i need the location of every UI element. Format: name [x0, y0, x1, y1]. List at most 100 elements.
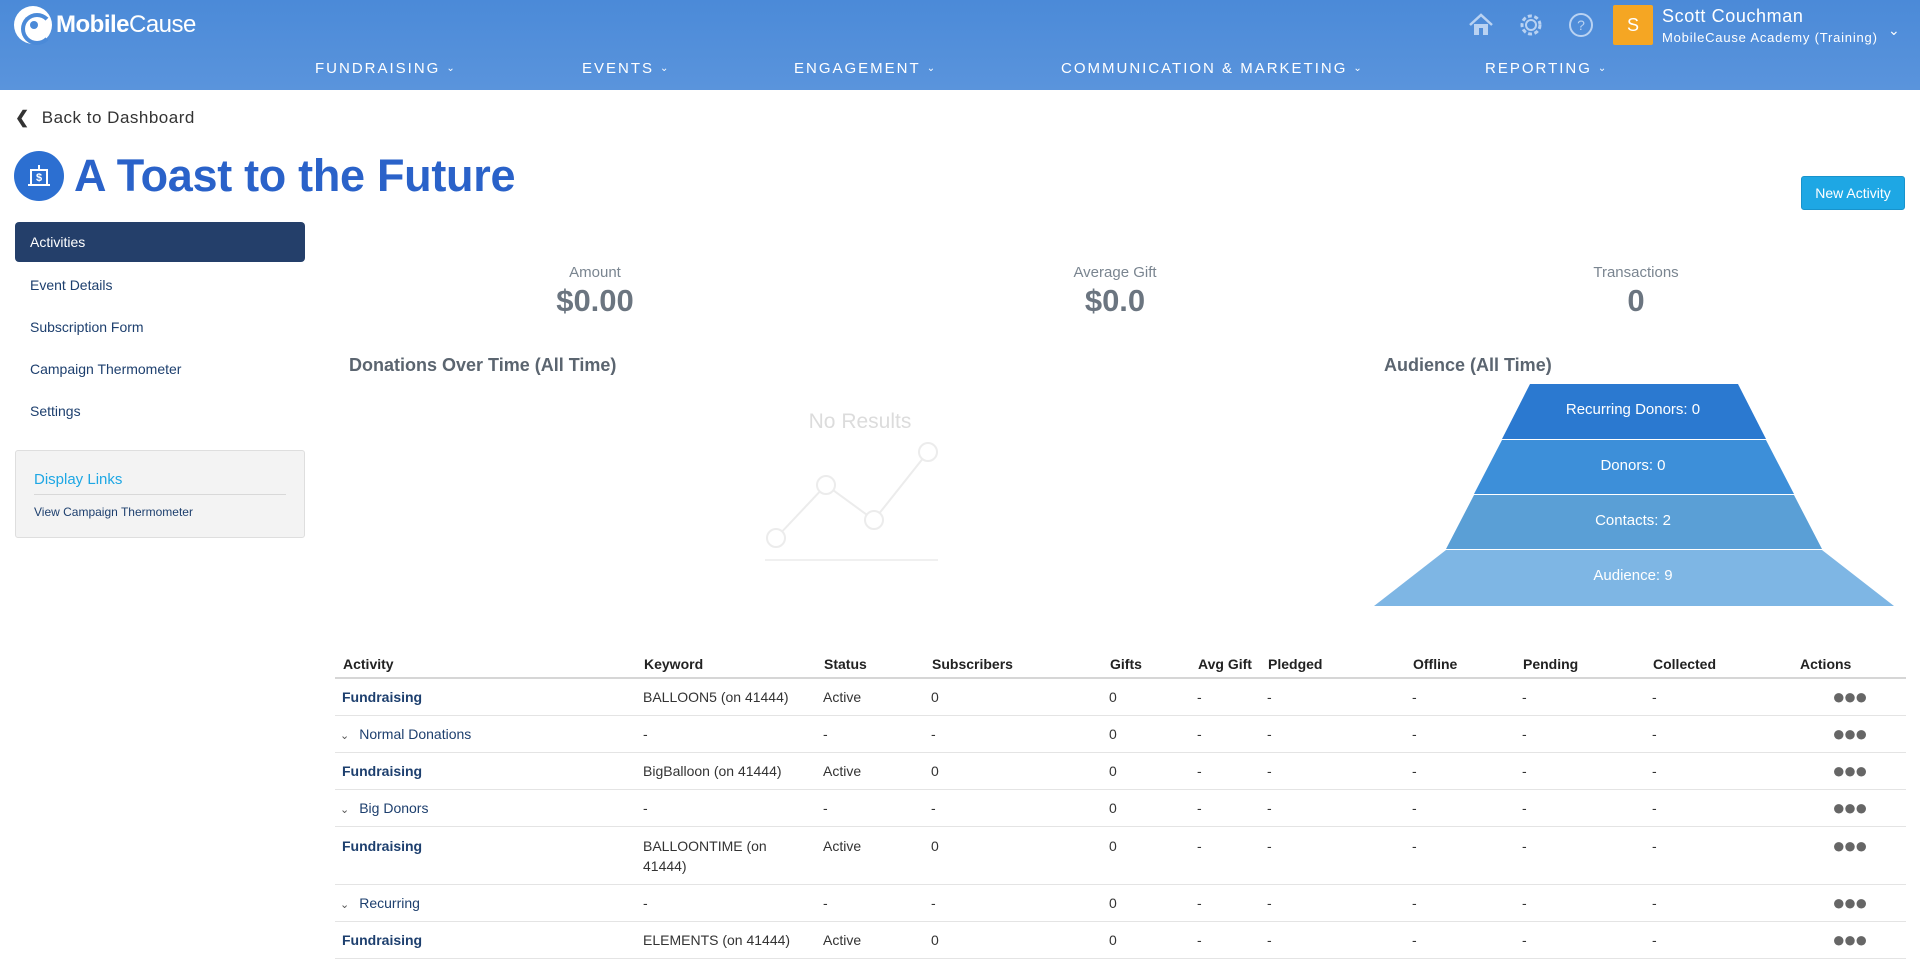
collected-cell: - — [1645, 715, 1792, 753]
pyramid-label-donors: Donors: 0 — [1600, 457, 1666, 474]
status-cell: Active — [816, 921, 924, 959]
avg-gift-cell: - — [1190, 715, 1260, 753]
offline-cell: - — [1405, 826, 1515, 885]
avatar[interactable]: S — [1613, 5, 1653, 45]
keyword-cell: - — [636, 789, 816, 827]
more-actions-icon[interactable]: ●●● — [1792, 884, 1906, 922]
back-to-dashboard-link[interactable]: ❮ Back to Dashboard — [15, 108, 195, 128]
activity-name-link[interactable]: Fundraising — [335, 921, 636, 959]
col-keyword: Keyword — [636, 650, 816, 679]
offline-cell: - — [1405, 921, 1515, 959]
col-subscribers: Subscribers — [924, 650, 1102, 679]
nav-reporting[interactable]: REPORTING ⌄ — [1485, 60, 1606, 77]
more-actions-icon[interactable]: ●●● — [1792, 678, 1906, 716]
collected-cell: - — [1645, 678, 1792, 716]
offline-cell: - — [1405, 752, 1515, 790]
nav-engagement[interactable]: ENGAGEMENT ⌄ — [794, 60, 935, 77]
activity-name-link[interactable]: Fundraising — [335, 678, 636, 716]
help-icon[interactable]: ? — [1566, 10, 1596, 40]
pledged-cell: - — [1260, 678, 1405, 716]
stat-label: Average Gift — [1073, 264, 1157, 281]
sidebar-item-settings[interactable]: Settings — [15, 390, 305, 432]
subscribers-cell: 0 — [924, 921, 1102, 959]
sidebar-item-campaign-thermometer[interactable]: Campaign Thermometer — [15, 348, 305, 390]
pyramid-label-recurring-donors: Recurring Donors: 0 — [1565, 401, 1701, 418]
subscribers-cell: 0 — [924, 678, 1102, 716]
avg-gift-cell: - — [1190, 921, 1260, 959]
gear-icon[interactable] — [1516, 10, 1546, 40]
activity-name-link[interactable]: Fundraising — [335, 826, 636, 885]
table-row: ⌄ Big Donors - - - 0 - - - - - ●●● — [335, 789, 1906, 827]
avg-gift-cell: - — [1190, 789, 1260, 827]
status-cell: Active — [816, 678, 924, 716]
collected-cell: - — [1645, 921, 1792, 959]
sidebar-item-subscription-form[interactable]: Subscription Form — [15, 306, 305, 348]
more-actions-icon[interactable]: ●●● — [1792, 715, 1906, 753]
subscribers-cell: - — [924, 884, 1102, 922]
offline-cell: - — [1405, 715, 1515, 753]
sub-activity-toggle[interactable]: ⌄ Normal Donations — [335, 715, 636, 753]
col-status: Status — [816, 650, 924, 679]
gifts-cell: 0 — [1102, 715, 1190, 753]
gifts-cell: 0 — [1102, 826, 1190, 885]
stat-label: Amount — [569, 264, 621, 281]
pending-cell: - — [1515, 921, 1645, 959]
pledged-cell: - — [1260, 789, 1405, 827]
stat-value: $0.00 — [556, 283, 634, 318]
table-row: Fundraising BALLOONTIME (on 41444) Activ… — [335, 826, 1906, 885]
user-menu[interactable]: Scott Couchman MobileCause Academy (Trai… — [1662, 6, 1878, 45]
mobilecause-logo[interactable]: MobileCause — [14, 6, 196, 45]
event-icon: $ — [14, 151, 64, 201]
home-icon[interactable] — [1466, 10, 1496, 40]
table-row: Fundraising BALLOON5 (on 41444) Active 0… — [335, 678, 1906, 716]
col-pending: Pending — [1515, 650, 1645, 679]
pending-cell: - — [1515, 789, 1645, 827]
sub-activity-toggle[interactable]: ⌄ Recurring — [335, 884, 636, 922]
more-actions-icon[interactable]: ●●● — [1792, 752, 1906, 790]
new-activity-button[interactable]: New Activity — [1801, 176, 1905, 210]
status-cell: Active — [816, 826, 924, 885]
more-actions-icon[interactable]: ●●● — [1792, 789, 1906, 827]
sidebar-nav: Activities Event Details Subscription Fo… — [15, 222, 305, 432]
activity-name-link[interactable]: Fundraising — [335, 752, 636, 790]
keyword-cell: BALLOON5 (on 41444) — [636, 678, 816, 716]
subscribers-cell: 0 — [924, 826, 1102, 885]
offline-cell: - — [1405, 678, 1515, 716]
pending-cell: - — [1515, 884, 1645, 922]
sidebar-item-event-details[interactable]: Event Details — [15, 264, 305, 306]
col-activity: Activity — [335, 650, 636, 679]
svg-text:$: $ — [36, 172, 42, 184]
main-nav: FUNDRAISING ⌄ EVENTS ⌄ ENGAGEMENT ⌄ COMMUNI… — [0, 60, 1920, 80]
col-gifts: Gifts — [1102, 650, 1190, 679]
sidebar-item-activities[interactable]: Activities — [15, 222, 305, 262]
col-actions: Actions — [1792, 650, 1906, 679]
nav-events[interactable]: EVENTS ⌄ — [582, 60, 668, 77]
subscribers-cell: - — [924, 789, 1102, 827]
sub-activity-toggle[interactable]: ⌄ Big Donors — [335, 789, 636, 827]
stat-transactions: Transactions 0 — [1536, 264, 1736, 319]
status-cell: - — [816, 884, 924, 922]
pending-cell: - — [1515, 826, 1645, 885]
chevron-down-icon: ⌄ — [926, 63, 936, 74]
collected-cell: - — [1645, 884, 1792, 922]
view-campaign-thermometer-link[interactable]: View Campaign Thermometer — [34, 505, 286, 519]
more-actions-icon[interactable]: ●●● — [1792, 826, 1906, 885]
col-collected: Collected — [1645, 650, 1792, 679]
pending-cell: - — [1515, 752, 1645, 790]
chevron-down-icon: ⌄ — [340, 803, 350, 816]
collected-cell: - — [1645, 826, 1792, 885]
logo-icon — [14, 6, 53, 45]
table-row: Fundraising ELEMENTS (on 41444) Active 0… — [335, 921, 1906, 959]
nav-communication-marketing[interactable]: COMMUNICATION & MARKETING ⌄ — [1061, 60, 1362, 77]
avg-gift-cell: - — [1190, 826, 1260, 885]
offline-cell: - — [1405, 884, 1515, 922]
more-actions-icon[interactable]: ●●● — [1792, 921, 1906, 959]
col-avg-gift: Avg Gift — [1190, 650, 1260, 679]
collected-cell: - — [1645, 789, 1792, 827]
display-links-panel: Display Links View Campaign Thermometer — [15, 450, 305, 538]
chevron-down-icon: ⌄ — [340, 898, 350, 911]
nav-fundraising[interactable]: FUNDRAISING ⌄ — [315, 60, 455, 77]
chevron-down-icon: ⌄ — [660, 63, 669, 74]
chevron-down-icon[interactable]: ⌄ — [1888, 22, 1900, 39]
display-links-title[interactable]: Display Links — [34, 471, 286, 495]
